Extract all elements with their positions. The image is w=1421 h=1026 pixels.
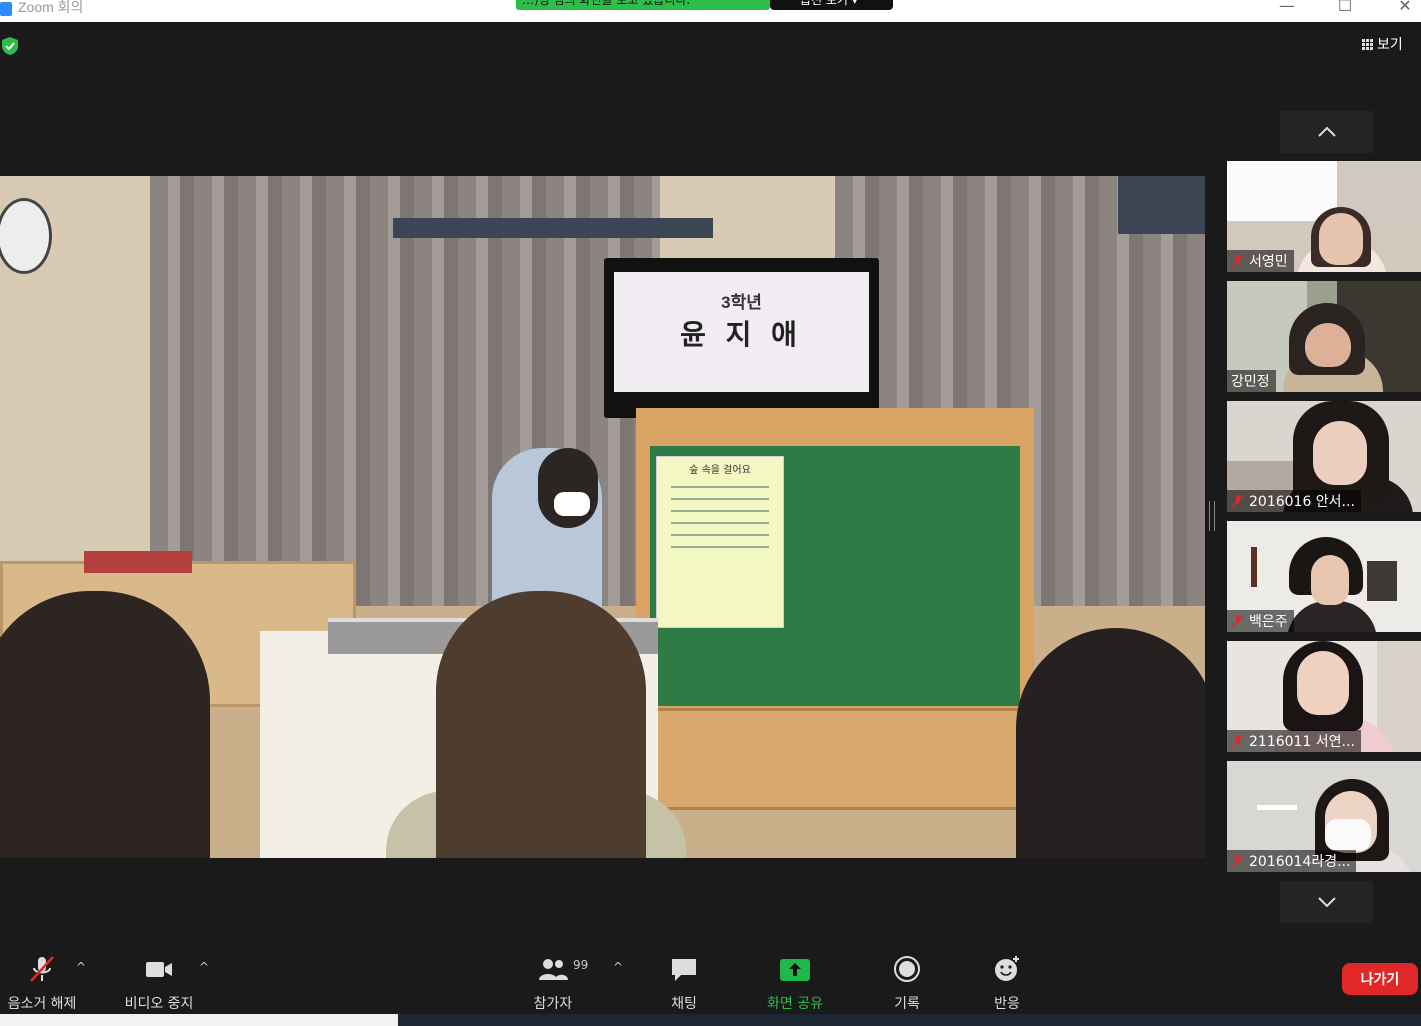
participant-name: 2116011 서연...	[1249, 734, 1355, 750]
reactions-button[interactable]: 반응	[986, 954, 1028, 1013]
participant-name-label: 백은주	[1227, 610, 1294, 632]
muted-mic-icon	[1231, 254, 1245, 268]
record-label: 기록	[894, 996, 920, 1012]
participant-name-label: 2116011 서연...	[1227, 730, 1361, 752]
view-options-button[interactable]: 옵션 보기 ▾	[770, 0, 893, 10]
chat-label: 채팅	[671, 996, 697, 1012]
board-drawers	[640, 708, 1038, 810]
participant-name-label: 2016014라경...	[1227, 850, 1357, 872]
muted-mic-icon	[1231, 614, 1245, 628]
security-shield-icon[interactable]	[0, 36, 20, 56]
audio-options-caret-icon[interactable]: ^	[76, 960, 86, 974]
leave-meeting-button[interactable]: 나가기	[1342, 963, 1418, 995]
muted-mic-icon	[1231, 854, 1245, 868]
participant-name: 2016014라경...	[1249, 854, 1351, 870]
valance-corner	[1118, 176, 1205, 234]
participant-thumbnail[interactable]: 2116011 서연...	[1227, 641, 1421, 752]
unmute-label: 음소거 해제	[7, 996, 77, 1012]
muted-mic-icon	[1231, 494, 1245, 508]
close-button[interactable]: ✕	[1390, 0, 1420, 18]
thumbnail-scroll-down-button[interactable]	[1280, 881, 1373, 923]
record-button[interactable]: 기록	[886, 954, 928, 1013]
slide-grade: 3학년	[721, 293, 762, 312]
screen-share-banner: …)명 님의 화면을 보고 있습니다.	[516, 0, 770, 10]
share-screen-button[interactable]: 화면 공유	[760, 954, 830, 1013]
participant-name-label: 서영민	[1227, 250, 1294, 272]
smiley-face-icon	[995, 956, 1019, 981]
window-title-bar: Zoom 회의 …)명 님의 화면을 보고 있습니다. 옵션 보기 ▾ — ☐ …	[0, 0, 1421, 22]
share-screen-icon	[780, 959, 810, 981]
muted-mic-icon	[1231, 734, 1245, 748]
chat-button[interactable]: 채팅	[664, 954, 704, 1013]
participants-button[interactable]: 참가자	[526, 954, 580, 1013]
face-mask	[554, 492, 590, 516]
poster-title: 숲 속을 걸어요	[689, 465, 751, 476]
share-screen-label: 화면 공유	[767, 996, 823, 1012]
window-title: Zoom 회의	[18, 0, 84, 15]
unmute-button[interactable]: 음소거 해제	[0, 954, 84, 1013]
windows-taskbar	[0, 1014, 1421, 1026]
taskbar-search-box[interactable]	[0, 1014, 398, 1026]
participant-name: 강민정	[1231, 374, 1270, 390]
song-poster: 숲 속을 걸어요	[656, 456, 784, 628]
participants-options-caret-icon[interactable]: ^	[613, 960, 623, 974]
view-options-label: 옵션 보기 ▾	[800, 0, 858, 7]
participants-label: 참가자	[533, 996, 573, 1012]
record-icon	[894, 956, 920, 982]
muted-microphone-icon	[30, 956, 54, 982]
video-options-caret-icon[interactable]: ^	[199, 960, 209, 974]
video-camera-icon	[146, 962, 172, 977]
view-layout-label: 보기	[1377, 37, 1403, 53]
grid-icon	[1362, 38, 1373, 50]
minimize-button[interactable]: —	[1272, 0, 1302, 18]
participant-name: 2016016 안서...	[1249, 494, 1355, 510]
chevron-down-icon	[1317, 897, 1336, 908]
stop-video-label: 비디오 중지	[124, 996, 194, 1012]
participant-thumbnail[interactable]: 2016014라경...	[1227, 761, 1421, 872]
stop-video-button[interactable]: 비디오 중지	[116, 954, 202, 1013]
zoom-app-icon	[0, 2, 12, 16]
teacher-head	[538, 448, 598, 528]
tv-monitor: 3학년 윤 지 애	[604, 258, 879, 418]
main-video-feed: 3학년 윤 지 애 숲 속을 걸어요	[0, 176, 1205, 858]
valance	[393, 218, 713, 238]
tv-screen: 3학년 윤 지 애	[614, 272, 869, 392]
slide-name: 윤 지 애	[680, 319, 803, 350]
audience-left	[0, 591, 210, 858]
participant-thumbnail[interactable]: 2016016 안서...	[1227, 401, 1421, 512]
participant-name: 백은주	[1249, 614, 1288, 630]
participants-icon	[539, 959, 568, 980]
participant-name: 서영민	[1249, 254, 1288, 270]
red-box	[84, 551, 192, 573]
thumbnail-scroll-up-button[interactable]	[1280, 111, 1373, 153]
audience-right	[1016, 628, 1205, 858]
participant-name-label: 2016016 안서...	[1227, 490, 1361, 512]
participant-thumbnail[interactable]: 강민정	[1227, 281, 1421, 392]
chevron-up-icon	[1317, 126, 1336, 137]
panel-resize-handle[interactable]	[1209, 501, 1215, 531]
audience-center	[436, 591, 646, 858]
participant-thumbnail[interactable]: 서영민	[1227, 161, 1421, 272]
participant-name-label: 강민정	[1227, 370, 1276, 392]
chat-bubble-icon	[672, 959, 696, 981]
participants-count: 99	[573, 958, 589, 972]
maximize-button[interactable]: ☐	[1330, 0, 1360, 18]
share-banner-text: …)명 님의 화면을 보고 있습니다.	[522, 0, 691, 7]
participant-thumbnail[interactable]: 백은주	[1227, 521, 1421, 632]
reactions-label: 반응	[994, 996, 1020, 1012]
view-layout-button[interactable]: 보기	[1362, 32, 1418, 56]
